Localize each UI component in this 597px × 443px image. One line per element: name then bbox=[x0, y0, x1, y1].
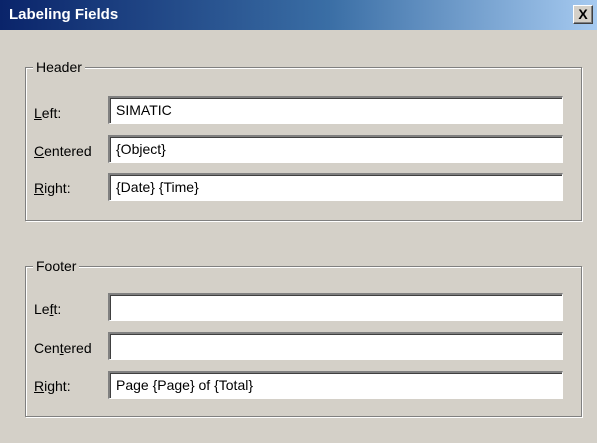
footer-right-input[interactable]: Page {Page} of {Total} bbox=[108, 371, 563, 399]
header-centered-input[interactable]: {Object} bbox=[108, 135, 563, 163]
close-button[interactable]: X bbox=[573, 5, 593, 24]
footer-centered-input[interactable] bbox=[108, 332, 563, 360]
header-centered-label: Centered bbox=[34, 143, 92, 159]
footer-centered-label: Centered bbox=[34, 340, 92, 356]
footer-group: Footer Left: Centered Right: Page {Page}… bbox=[25, 257, 582, 417]
header-group: Header Left: SIMATIC Centered {Object} R… bbox=[25, 58, 582, 221]
close-icon: X bbox=[578, 6, 588, 22]
footer-group-label: Footer bbox=[33, 257, 80, 275]
title-bar[interactable]: Labeling Fields X bbox=[0, 0, 597, 30]
labeling-fields-dialog: Labeling Fields X Header Left: SIMATIC C… bbox=[0, 0, 597, 443]
dialog-title: Labeling Fields bbox=[9, 6, 119, 23]
header-right-input[interactable]: {Date} {Time} bbox=[108, 173, 563, 201]
header-group-label: Header bbox=[33, 58, 85, 76]
footer-right-label: Right: bbox=[34, 378, 71, 394]
header-right-label: Right: bbox=[34, 180, 71, 196]
footer-left-input[interactable] bbox=[108, 293, 563, 321]
header-left-input[interactable]: SIMATIC bbox=[108, 96, 563, 124]
footer-left-label: Left: bbox=[34, 301, 62, 317]
header-left-label: Left: bbox=[34, 105, 62, 121]
